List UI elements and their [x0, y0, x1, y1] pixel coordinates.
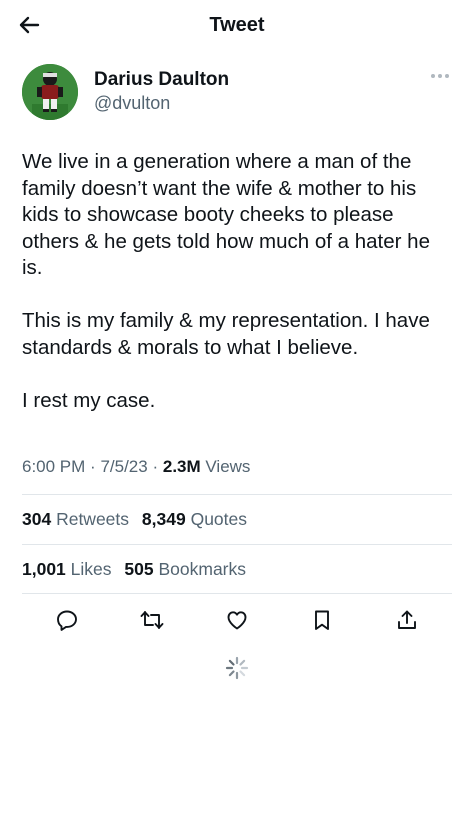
author-handle[interactable]: @dvulton	[94, 93, 170, 114]
reply-button[interactable]	[52, 605, 82, 635]
bookmarks-stat[interactable]: 505 Bookmarks	[124, 559, 246, 580]
share-button[interactable]	[392, 605, 422, 635]
tweet-time: 6:00 PM	[22, 457, 86, 476]
top-bar: Tweet	[0, 0, 474, 50]
share-icon	[398, 610, 416, 629]
bookmark-icon	[315, 610, 329, 630]
likes-stat[interactable]: 1,001 Likes	[22, 559, 112, 580]
tweet-author: Darius Daulton @dvulton	[22, 64, 452, 120]
quotes-label: Quotes	[190, 509, 248, 529]
spinner-icon	[225, 656, 249, 680]
more-horizontal-icon	[431, 74, 449, 78]
avatar[interactable]	[22, 64, 78, 120]
tweet-meta: 6:00 PM · 7/5/23 · 2.3M Views	[22, 457, 250, 477]
divider	[22, 494, 452, 495]
action-bar	[0, 605, 474, 635]
retweet-icon	[140, 611, 164, 629]
avatar-image	[22, 64, 78, 120]
author-name[interactable]: Darius Daulton	[94, 69, 229, 91]
tweet-paragraph: We live in a generation where a man of t…	[22, 150, 430, 279]
page-title: Tweet	[209, 14, 265, 36]
like-button[interactable]	[222, 605, 252, 635]
tweet-paragraph: I rest my case.	[22, 388, 156, 412]
likes-count: 1,001	[22, 559, 66, 579]
retweets-count: 304	[22, 509, 52, 529]
like-icon	[227, 611, 247, 630]
bookmark-button[interactable]	[307, 605, 337, 635]
retweets-stat[interactable]: 304 Retweets	[22, 509, 129, 530]
loading-indicator	[225, 656, 249, 680]
stats-row-shares: 304 Retweets 8,349 Quotes	[22, 509, 255, 530]
tweet-paragraph: This is my family & my representation. I…	[22, 309, 430, 359]
likes-label: Likes	[70, 559, 112, 579]
tweet-date: 7/5/23	[100, 457, 148, 476]
more-button[interactable]	[428, 68, 452, 84]
bookmarks-label: Bookmarks	[158, 559, 247, 579]
views-count: 2.3M	[162, 457, 201, 476]
reply-icon	[57, 610, 77, 631]
quotes-count: 8,349	[141, 509, 186, 529]
retweets-label: Retweets	[56, 509, 130, 529]
bookmarks-count: 505	[124, 559, 154, 579]
quotes-stat[interactable]: 8,349 Quotes	[142, 509, 247, 530]
divider	[22, 593, 452, 594]
retweet-button[interactable]	[137, 605, 167, 635]
meta-separator: ·	[152, 457, 159, 476]
stats-row-likes: 1,001 Likes 505 Bookmarks	[22, 559, 254, 580]
divider	[22, 544, 452, 545]
tweet-text: We live in a generation where a man of t…	[22, 149, 452, 414]
views-label: Views	[205, 457, 251, 476]
meta-separator: ·	[90, 457, 96, 476]
